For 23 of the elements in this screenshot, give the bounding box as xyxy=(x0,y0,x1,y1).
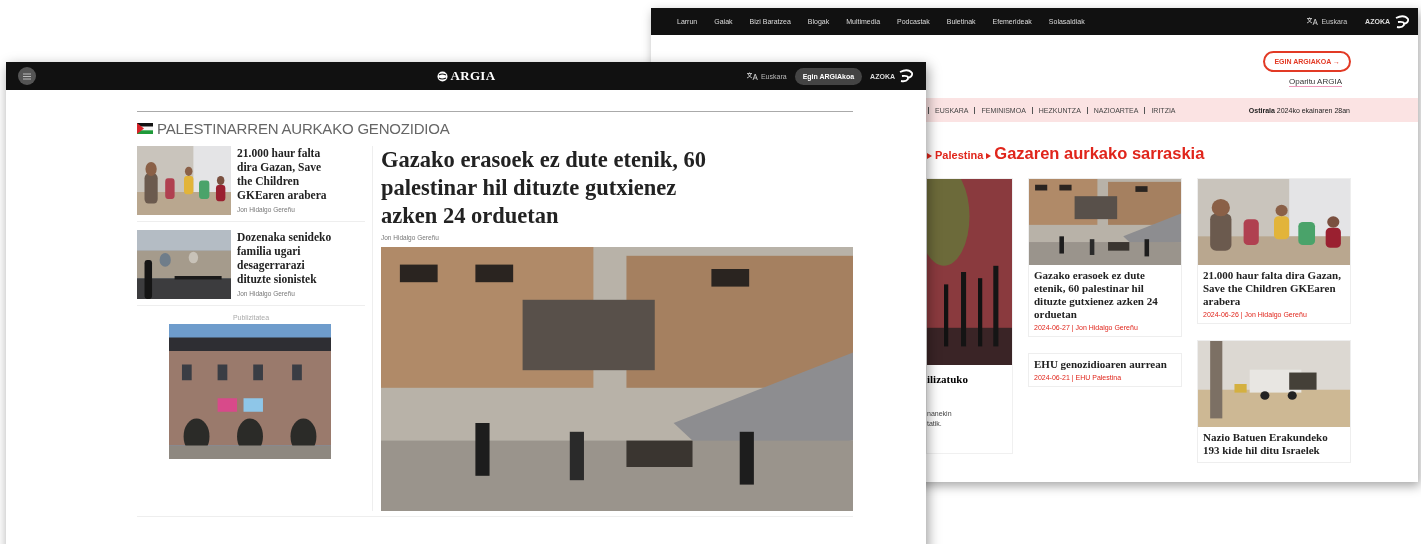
chevron-icon xyxy=(986,153,992,159)
site-logo[interactable]: ARGIA xyxy=(450,68,496,84)
swirl-icon xyxy=(898,69,914,83)
flag-icon xyxy=(137,122,153,134)
menu-button[interactable] xyxy=(18,67,36,85)
headline[interactable]: Gazako erasoek ez dute etenik, 60 palestinar hil dituzte gutxienez azken 24 orduetan xyxy=(381,146,726,230)
gift-link[interactable]: Oparitu ARGIA xyxy=(1289,77,1342,87)
article-card[interactable]: Nazio Batuen Erakundeko 193 kide hil ditu Israelek xyxy=(1197,340,1351,463)
article-title[interactable]: EHU genozidioaren aurrean xyxy=(1034,358,1176,371)
translate-icon xyxy=(1307,17,1319,26)
chevron-icon xyxy=(927,153,932,159)
swirl-icon xyxy=(1394,14,1410,29)
article-title[interactable]: Nazio Batuen Erakundeko 193 kide hil ditu Israelek xyxy=(1203,431,1345,457)
article-title[interactable]: 21.000 haur falta dira Gazan, Save the Children GKEaren arabera xyxy=(237,146,337,202)
article-title[interactable]: 21.000 haur falta dira Gazan, Save the Children GKEaren arabera xyxy=(1203,269,1345,308)
menu-icon xyxy=(23,72,31,80)
translate-icon xyxy=(746,71,758,81)
globe-icon xyxy=(436,70,448,82)
article-title[interactable]: Dozenaka senideko familia ugari desagerrarazi dituzte sionistek xyxy=(237,230,337,286)
article-title[interactable]: Gazako erasoek ez dute etenik, 60 palestinar hil dituzte gutxienez azken 24 orduetan xyxy=(1034,269,1176,321)
breadcrumb-link[interactable]: Palestina xyxy=(935,149,984,161)
article-title[interactable]: ilizatuko xyxy=(927,373,1012,385)
section-title[interactable]: PALESTINARREN AURKAKO GENOZIDIOA xyxy=(157,119,450,137)
